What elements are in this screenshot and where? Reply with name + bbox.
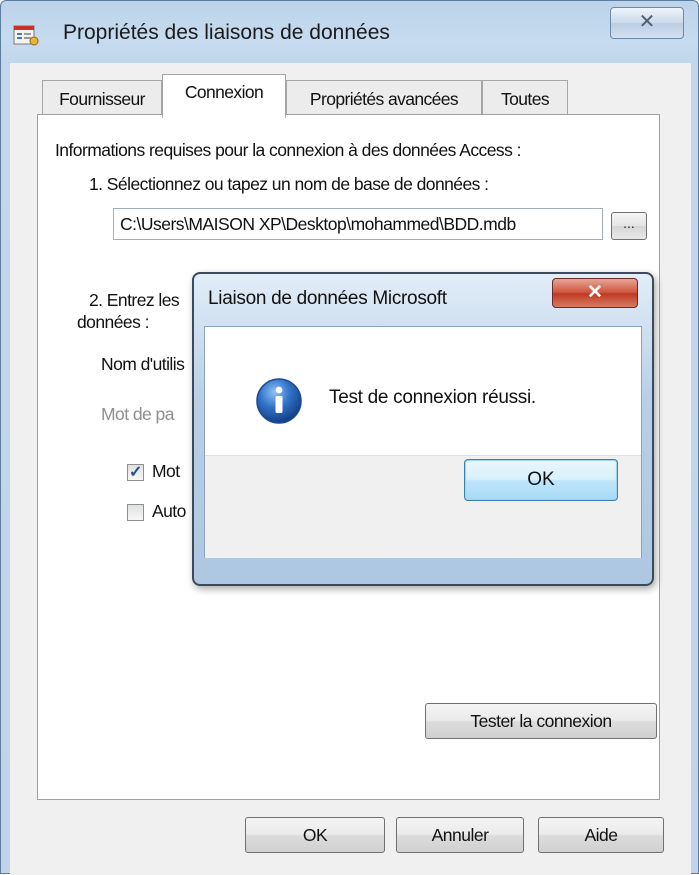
message-text: Test de connexion réussi. bbox=[329, 387, 536, 408]
tab-toutes[interactable]: Toutes bbox=[482, 80, 568, 118]
information-icon bbox=[256, 378, 302, 424]
password-label: Mot de pa bbox=[101, 404, 174, 424]
blank-password-label: Mot bbox=[152, 461, 180, 481]
info-label: Informations requises pour la connexion … bbox=[55, 140, 521, 160]
cancel-button[interactable]: Annuler bbox=[396, 817, 524, 853]
step1-label: 1. Sélectionnez ou tapez un nom de base … bbox=[89, 174, 489, 194]
tab-fournisseur[interactable]: Fournisseur bbox=[42, 80, 162, 118]
message-dialog: Liaison de données Microsoft ✕ Test de c… bbox=[192, 272, 654, 586]
allow-save-password-label: Auto bbox=[152, 501, 186, 521]
blank-password-checkbox[interactable]: ✓ bbox=[127, 464, 144, 481]
close-icon: ✕ bbox=[638, 11, 656, 33]
database-path-input[interactable]: C:\Users\MAISON XP\Desktop\mohammed\BDD.… bbox=[113, 208, 603, 240]
window-title: Propriétés des liaisons de données bbox=[63, 21, 390, 44]
data-link-properties-icon bbox=[13, 25, 39, 46]
message-ok-button[interactable]: OK bbox=[464, 459, 618, 501]
help-button[interactable]: Aide bbox=[538, 817, 664, 853]
tab-connexion[interactable]: Connexion bbox=[162, 74, 286, 118]
username-label: Nom d'utilis bbox=[101, 354, 185, 374]
test-connection-button[interactable]: Tester la connexion bbox=[425, 703, 657, 739]
close-icon: ✕ bbox=[587, 282, 603, 303]
window-close-button[interactable]: ✕ bbox=[610, 7, 684, 39]
message-body: Test de connexion réussi. bbox=[204, 326, 642, 558]
step2-label-continued: données : bbox=[77, 312, 149, 332]
title-bar[interactable]: Propriétés des liaisons de données ✕ bbox=[1, 1, 698, 63]
tab-proprietes-avancees[interactable]: Propriétés avancées bbox=[286, 80, 482, 118]
ok-button[interactable]: OK bbox=[245, 817, 385, 853]
browse-button[interactable]: ... bbox=[611, 212, 647, 240]
step2-label: 2. Entrez les bbox=[89, 290, 180, 310]
message-dialog-title: Liaison de données Microsoft bbox=[208, 288, 447, 309]
allow-save-password-checkbox[interactable] bbox=[127, 504, 144, 521]
check-icon: ✓ bbox=[129, 464, 143, 481]
message-close-button[interactable]: ✕ bbox=[552, 278, 638, 308]
